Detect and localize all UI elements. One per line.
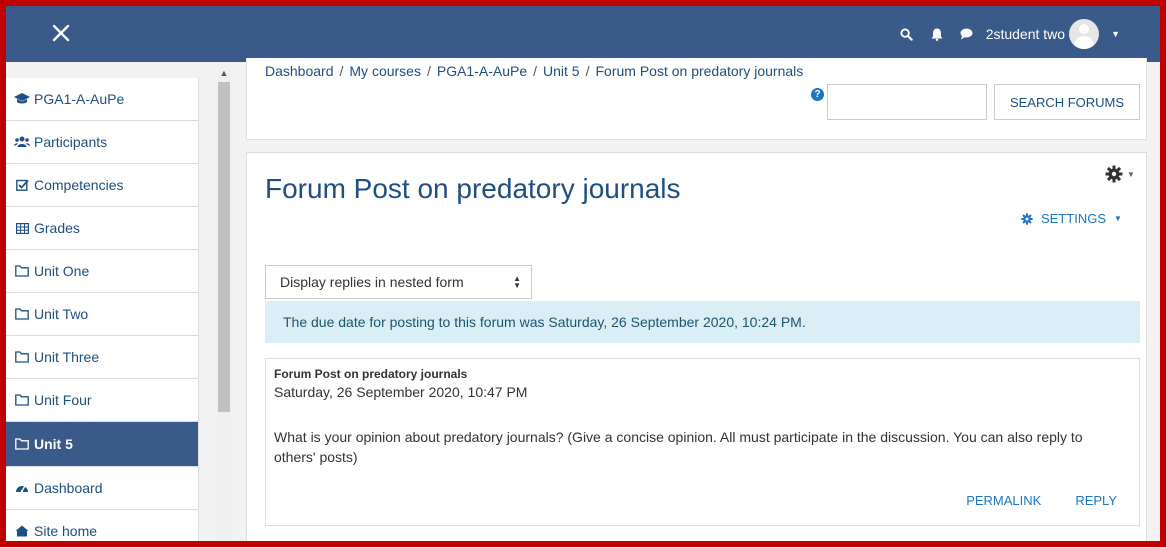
- sidebar-item-label: Dashboard: [34, 480, 103, 496]
- sidebar-scrollbar[interactable]: ▲: [217, 62, 231, 541]
- home-icon: [14, 524, 30, 538]
- scrollbar-thumb[interactable]: [218, 82, 230, 412]
- sidebar-item-label: Competencies: [34, 177, 124, 193]
- sidebar-item-label: Unit Four: [34, 392, 92, 408]
- notifications-button[interactable]: [922, 28, 952, 41]
- chevron-down-icon: ▼: [1127, 169, 1135, 179]
- breadcrumb-separator: /: [426, 63, 431, 79]
- folder-icon: [14, 350, 30, 364]
- sidebar-item-competencies[interactable]: Competencies: [6, 164, 198, 207]
- settings-gear-icon: [1021, 212, 1033, 225]
- post-actions: PERMALINK REPLY: [966, 493, 1117, 508]
- breadcrumb-course[interactable]: PGA1-A-AuPe: [437, 63, 527, 79]
- sidebar-item-unit-four[interactable]: Unit Four: [6, 379, 198, 422]
- close-icon: [52, 24, 70, 42]
- user-menu-caret-icon[interactable]: ▼: [1111, 29, 1120, 39]
- sidebar-item-unit-5[interactable]: Unit 5: [6, 422, 198, 467]
- navbar-right: 2student two ▼: [892, 6, 1120, 62]
- sidebar-item-unit-one[interactable]: Unit One: [6, 250, 198, 293]
- settings-menu-button[interactable]: SETTINGS ▼: [1021, 211, 1122, 226]
- sidebar-item-participants[interactable]: Participants: [6, 121, 198, 164]
- messages-button[interactable]: [952, 28, 982, 40]
- sidebar-item-label: Grades: [34, 220, 80, 236]
- breadcrumb-separator: /: [533, 63, 538, 79]
- select-arrows-icon: ▲ ▼: [513, 274, 521, 290]
- sidebar-item-label: Unit One: [34, 263, 90, 279]
- folder-icon: [14, 437, 30, 451]
- post-date: Saturday, 26 September 2020, 10:47 PM: [274, 384, 528, 400]
- sidebar-item-label: Participants: [34, 134, 108, 150]
- avatar[interactable]: [1069, 19, 1100, 49]
- nav-drawer: PGA1-A-AuPe Participants Competencies Gr…: [6, 62, 238, 541]
- bell-icon: [931, 28, 943, 41]
- folder-icon: [14, 264, 30, 278]
- page-frame: 2student two ▼ PGA1-A-AuPe Participants: [6, 6, 1160, 541]
- checkbox-icon: [14, 178, 30, 192]
- top-navbar: 2student two ▼: [6, 6, 1160, 62]
- forum-post: Forum Post on predatory journals Saturda…: [265, 358, 1140, 526]
- scroll-up-arrow-icon[interactable]: ▲: [217, 68, 231, 78]
- sidebar-item-dashboard[interactable]: Dashboard: [6, 467, 198, 510]
- course-nav-list: PGA1-A-AuPe Participants Competencies Gr…: [6, 78, 199, 541]
- breadcrumb-forum[interactable]: Forum Post on predatory journals: [595, 63, 803, 79]
- post-body: What is your opinion about predatory jou…: [274, 429, 1083, 465]
- breadcrumb: Dashboard / My courses / PGA1-A-AuPe / Unit 5 /…: [265, 63, 803, 79]
- breadcrumb-separator: /: [339, 63, 344, 79]
- post-subject: Forum Post on predatory journals: [274, 367, 468, 381]
- gear-icon: [1105, 165, 1123, 183]
- folder-icon: [14, 307, 30, 321]
- dashboard-icon: [14, 481, 30, 495]
- chat-bubble-icon: [960, 28, 973, 40]
- search-icon: [900, 27, 913, 41]
- breadcrumb-dashboard[interactable]: Dashboard: [265, 63, 334, 79]
- sidebar-item-unit-three[interactable]: Unit Three: [6, 336, 198, 379]
- users-icon: [14, 135, 30, 149]
- forum-content-card: Forum Post on predatory journals ▼ SETTI…: [246, 152, 1147, 541]
- search-button[interactable]: [892, 27, 922, 41]
- settings-label: SETTINGS: [1041, 211, 1107, 226]
- sidebar-item-label: PGA1-A-AuPe: [34, 91, 125, 107]
- search-forums-button[interactable]: SEARCH FORUMS: [994, 84, 1140, 120]
- folder-icon: [14, 393, 30, 407]
- sidebar-item-label: Unit Three: [34, 349, 100, 365]
- sidebar-item-label: Unit 5: [34, 436, 73, 452]
- display-mode-value: Display replies in nested form: [280, 274, 464, 290]
- breadcrumb-unit-5[interactable]: Unit 5: [543, 63, 580, 79]
- sidebar-item-unit-two[interactable]: Unit Two: [6, 293, 198, 336]
- sidebar-item-grades[interactable]: Grades: [6, 207, 198, 250]
- page-title: Forum Post on predatory journals: [265, 173, 681, 204]
- display-mode-select[interactable]: Display replies in nested form ▲ ▼: [265, 265, 532, 299]
- breadcrumb-my-courses[interactable]: My courses: [349, 63, 421, 79]
- user-name[interactable]: 2student two: [986, 26, 1065, 42]
- sidebar-item-site-home[interactable]: Site home: [6, 510, 198, 541]
- sidebar-item-label: Site home: [34, 523, 98, 539]
- chevron-down-icon: ▼: [1114, 214, 1122, 223]
- reply-link[interactable]: REPLY: [1075, 493, 1117, 508]
- help-icon[interactable]: ?: [811, 88, 824, 101]
- table-icon: [14, 221, 30, 235]
- due-date-notice: The due date for posting to this forum w…: [265, 301, 1140, 343]
- graduation-cap-icon: [14, 92, 30, 106]
- search-forums-input[interactable]: [827, 84, 987, 120]
- actions-menu-button[interactable]: ▼: [1105, 165, 1135, 183]
- page-header-card: Dashboard / My courses / PGA1-A-AuPe / Unit 5 /…: [246, 58, 1147, 140]
- breadcrumb-separator: /: [585, 63, 590, 79]
- permalink-link[interactable]: PERMALINK: [966, 493, 1041, 508]
- close-drawer-button[interactable]: [46, 18, 76, 48]
- sidebar-item-label: Unit Two: [34, 306, 89, 322]
- sidebar-item-course[interactable]: PGA1-A-AuPe: [6, 78, 198, 121]
